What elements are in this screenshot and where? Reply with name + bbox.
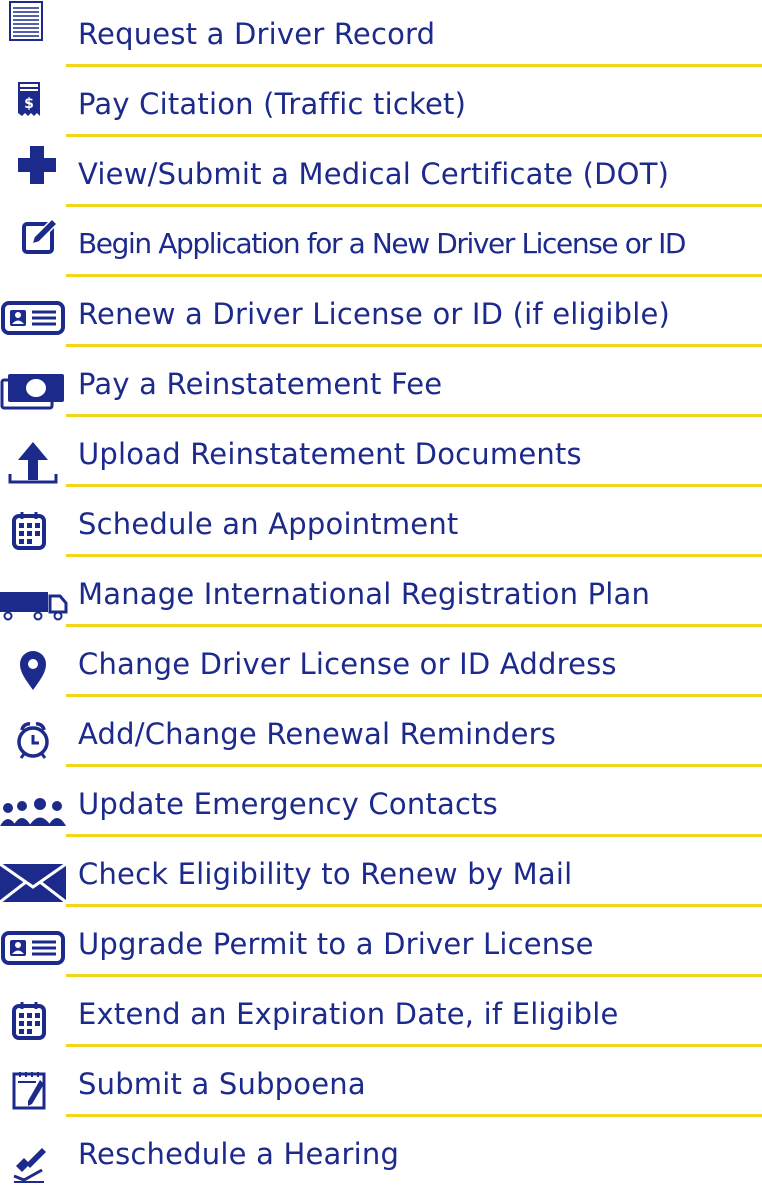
list-item-submit-subpoena[interactable]: Submit a Subpoena: [0, 1050, 762, 1120]
divider: [66, 1044, 762, 1047]
truck-icon: [0, 560, 68, 621]
divider: [66, 134, 762, 137]
online-services-list: Request a Driver Record $ Pay Citation (…: [0, 0, 762, 1201]
list-item-international-registration-plan[interactable]: Manage International Registration Plan: [0, 560, 762, 630]
divider: [66, 344, 762, 347]
gavel-check-icon: [0, 1120, 66, 1183]
list-item-label: Submit a Subpoena: [78, 1067, 366, 1101]
map-pin-icon: [0, 630, 66, 690]
divider: [66, 274, 762, 277]
calendar-icon: [0, 490, 66, 550]
list-item-emergency-contacts[interactable]: Update Emergency Contacts: [0, 770, 762, 840]
cash-bill-icon: [0, 350, 66, 410]
people-group-icon: [0, 770, 66, 826]
divider: [66, 204, 762, 207]
list-item-upgrade-permit[interactable]: Upgrade Permit to a Driver License: [0, 910, 762, 980]
list-item-label: Schedule an Appointment: [78, 507, 459, 541]
divider: [66, 414, 762, 417]
list-item-new-license-application[interactable]: Begin Application for a New Driver Licen…: [0, 210, 762, 280]
list-item-renew-by-mail[interactable]: Check Eligibility to Renew by Mail: [0, 840, 762, 910]
list-item-extend-expiration[interactable]: Extend an Expiration Date, if Eligible: [0, 980, 762, 1050]
list-item-label: Update Emergency Contacts: [78, 787, 498, 821]
divider: [66, 484, 762, 487]
svg-text:$: $: [24, 96, 34, 112]
list-item-label: View/Submit a Medical Certificate (DOT): [78, 157, 670, 191]
list-item-label: Add/Change Renewal Reminders: [78, 717, 557, 751]
upload-arrow-icon: [0, 420, 66, 484]
divider: [66, 64, 762, 67]
list-item-label: Begin Application for a New Driver Licen…: [78, 227, 687, 260]
list-item-medical-certificate[interactable]: View/Submit a Medical Certificate (DOT): [0, 140, 762, 210]
document-lines-icon: [0, 0, 66, 52]
notepad-pencil-icon: [0, 1050, 66, 1110]
divider: [66, 904, 762, 907]
divider: [66, 694, 762, 697]
list-item-pay-citation[interactable]: $ Pay Citation (Traffic ticket): [0, 70, 762, 140]
divider: [66, 1114, 762, 1117]
divider: [66, 554, 762, 557]
list-item-reschedule-hearing[interactable]: Reschedule a Hearing: [0, 1120, 762, 1190]
id-card-icon: [0, 910, 66, 965]
calendar-icon: [0, 980, 66, 1040]
list-item-label: Pay a Reinstatement Fee: [78, 367, 443, 401]
list-item-label: Pay Citation (Traffic ticket): [78, 87, 467, 121]
list-item-label: Renew a Driver License or ID (if eligibl…: [78, 297, 671, 331]
list-item-label: Reschedule a Hearing: [78, 1137, 400, 1171]
edit-square-icon: [0, 210, 66, 262]
list-item-request-driver-record[interactable]: Request a Driver Record: [0, 0, 762, 70]
list-item-label: Request a Driver Record: [78, 17, 436, 51]
list-item-label: Upload Reinstatement Documents: [78, 437, 582, 471]
list-item-renew-license[interactable]: Renew a Driver License or ID (if eligibl…: [0, 280, 762, 350]
divider: [66, 764, 762, 767]
envelope-icon: [0, 840, 67, 904]
list-item-label: Extend an Expiration Date, if Eligible: [78, 997, 619, 1031]
receipt-dollar-icon: $: [0, 70, 66, 122]
list-item-schedule-appointment[interactable]: Schedule an Appointment: [0, 490, 762, 560]
id-card-icon: [0, 280, 66, 335]
list-item-reinstatement-fee[interactable]: Pay a Reinstatement Fee: [0, 350, 762, 420]
list-item-label: Manage International Registration Plan: [78, 577, 651, 611]
list-item-label: Change Driver License or ID Address: [78, 647, 617, 681]
divider: [66, 834, 762, 837]
divider: [66, 624, 762, 627]
divider: [66, 974, 762, 977]
list-item-upload-documents[interactable]: Upload Reinstatement Documents: [0, 420, 762, 490]
list-item-label: Check Eligibility to Renew by Mail: [78, 857, 573, 891]
list-item-renewal-reminders[interactable]: Add/Change Renewal Reminders: [0, 700, 762, 770]
alarm-clock-icon: [0, 700, 66, 759]
medical-cross-icon: [0, 140, 66, 192]
list-item-change-address[interactable]: Change Driver License or ID Address: [0, 630, 762, 700]
list-item-label: Upgrade Permit to a Driver License: [78, 927, 594, 961]
